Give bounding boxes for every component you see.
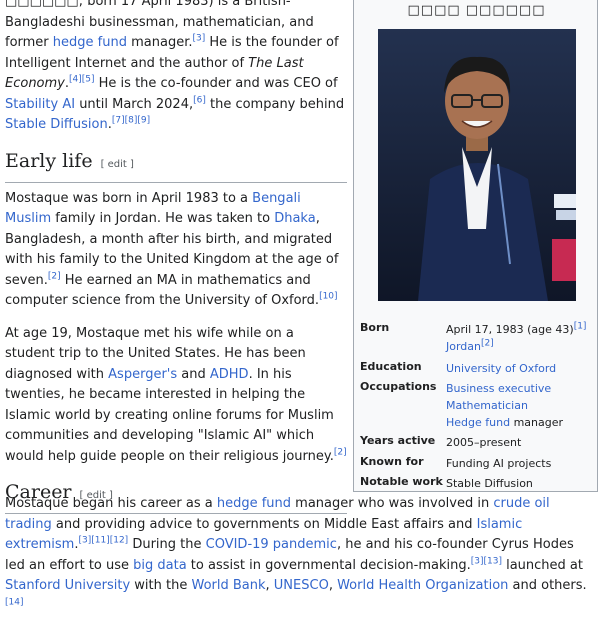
ref-link[interactable]: [2] bbox=[481, 338, 494, 348]
early-life-heading-row: Early life [ edit ] bbox=[5, 148, 347, 183]
known-for-value: Funding AI projects bbox=[446, 457, 552, 470]
hedge-fund-link[interactable]: hedge fund bbox=[217, 496, 291, 511]
stanford-link[interactable]: Stanford University bbox=[5, 578, 130, 593]
who-link[interactable]: World Health Organization bbox=[337, 578, 508, 593]
world-bank-link[interactable]: World Bank bbox=[191, 578, 265, 593]
big-data-link[interactable]: big data bbox=[133, 558, 187, 573]
years-active-label: Years active bbox=[360, 434, 436, 447]
ref-link[interactable]: [6] bbox=[193, 95, 206, 105]
ref-link[interactable]: [14] bbox=[5, 597, 23, 607]
ref-link[interactable]: [7][8][9] bbox=[112, 116, 150, 126]
ref-link[interactable]: [3][11][12] bbox=[78, 536, 128, 546]
career-paragraph: Mostaque began his career as a hedge fun… bbox=[5, 496, 587, 608]
ref-link[interactable]: [1] bbox=[574, 321, 587, 331]
ref-link[interactable]: [2] bbox=[48, 271, 61, 281]
early-life-paragraph-2: At age 19, Mostaque met his wife while o… bbox=[5, 325, 347, 464]
occupations-value: Business executive Mathematician Hedge f… bbox=[446, 382, 564, 429]
hedge-fund-link[interactable]: hedge fund bbox=[53, 35, 127, 50]
native-name-text: □□□□□□ bbox=[5, 0, 79, 9]
covid-link[interactable]: COVID-19 pandemic bbox=[206, 537, 337, 552]
edit-early-life-link[interactable]: [ edit ] bbox=[101, 155, 134, 176]
business-executive-link[interactable]: Business executive bbox=[446, 382, 551, 395]
born-value: April 17, 1983 (age 43)[1] Jordan[2] bbox=[446, 321, 587, 353]
ref-link[interactable]: [3][13] bbox=[471, 556, 502, 566]
infobox: □□□□ □□□□□□ Born April 17, 1983 (age 43)… bbox=[353, 0, 598, 492]
mathematician-link[interactable]: Mathematician bbox=[446, 399, 528, 412]
stable-diffusion-link[interactable]: Stable Diffusion bbox=[5, 117, 108, 132]
early-life-paragraph-1: Mostaque was born in April 1983 to a Ben… bbox=[5, 190, 339, 309]
occupations-label: Occupations bbox=[360, 380, 437, 393]
ref-link[interactable]: [3] bbox=[193, 34, 206, 44]
ref-link[interactable]: [10] bbox=[319, 292, 337, 302]
ref-link[interactable]: [2] bbox=[334, 447, 347, 457]
notable-work-value: Stable Diffusion bbox=[446, 477, 533, 490]
dhaka-link[interactable]: Dhaka bbox=[274, 211, 315, 226]
aspergers-link[interactable]: Asperger's bbox=[108, 367, 177, 382]
known-for-label: Known for bbox=[360, 455, 424, 468]
education-label: Education bbox=[360, 360, 422, 373]
notable-work-label: Notable work bbox=[360, 475, 443, 488]
education-value: University of Oxford bbox=[446, 360, 594, 377]
years-active-value: 2005–present bbox=[446, 436, 522, 449]
adhd-link[interactable]: ADHD bbox=[210, 367, 249, 382]
portrait-image bbox=[378, 29, 576, 301]
unesco-link[interactable]: UNESCO bbox=[274, 578, 329, 593]
infobox-native-name: □□□□ □□□□□□ bbox=[407, 3, 546, 18]
intro-paragraph: □□□□□□; born 17 April 1983) is a British… bbox=[5, 0, 347, 136]
jordan-link[interactable]: Jordan bbox=[446, 340, 481, 353]
university-of-oxford-link[interactable]: University of Oxford bbox=[446, 362, 556, 375]
portrait-photo[interactable] bbox=[378, 29, 576, 301]
early-life-heading: Early life bbox=[5, 149, 93, 172]
stability-ai-link[interactable]: Stability AI bbox=[5, 97, 75, 112]
born-label: Born bbox=[360, 321, 390, 334]
ref-link[interactable]: [4][5] bbox=[69, 75, 95, 85]
article-content: □□□□□□; born 17 April 1983) is a British… bbox=[5, 0, 347, 520]
hedge-fund-link[interactable]: Hedge fund bbox=[446, 416, 510, 429]
